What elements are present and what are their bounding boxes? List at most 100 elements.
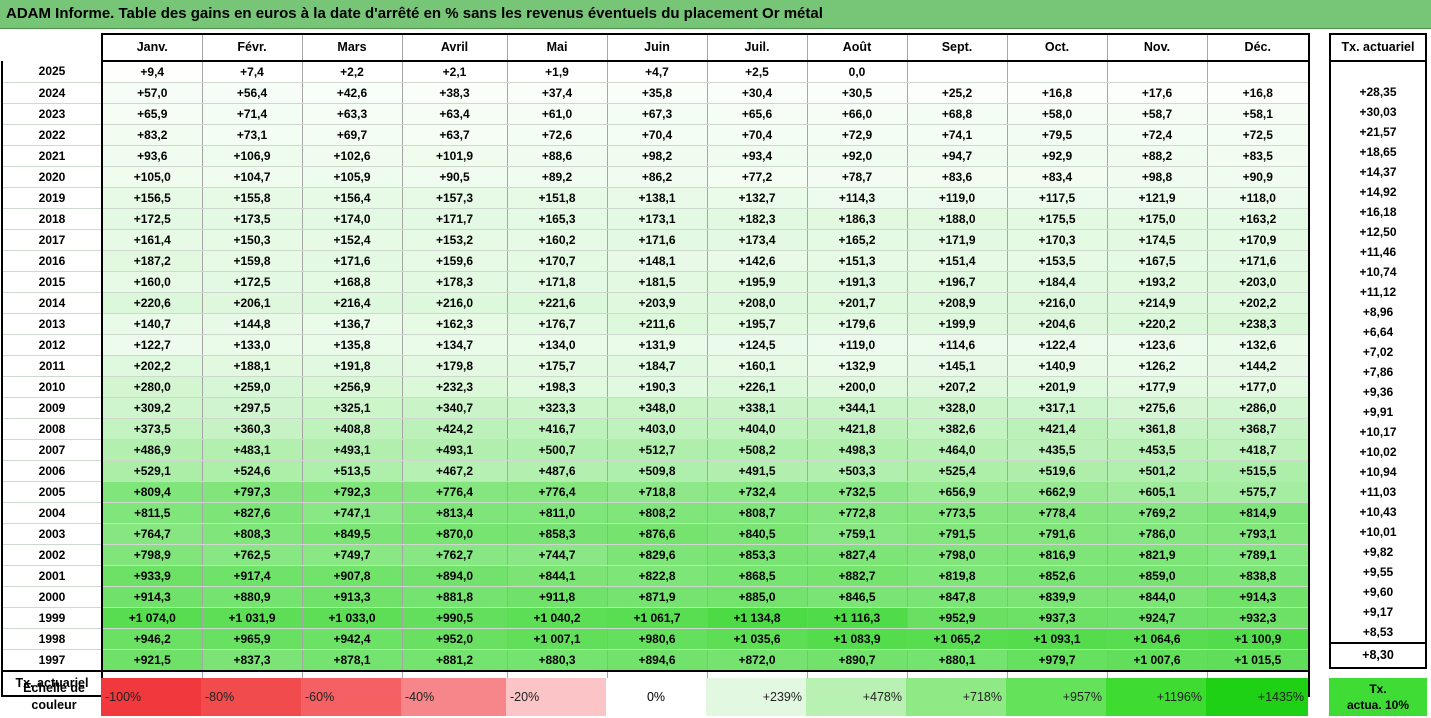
gain-cell[interactable]: +773,5 xyxy=(906,502,1007,524)
gain-cell[interactable]: +69,7 xyxy=(301,124,402,146)
gain-cell[interactable]: +1 015,5 xyxy=(1206,649,1310,672)
gain-cell[interactable]: +58,0 xyxy=(1006,103,1107,125)
gain-cell[interactable]: 0,0 xyxy=(806,61,907,83)
gain-cell[interactable]: +67,3 xyxy=(606,103,707,125)
gain-cell[interactable]: +1 100,9 xyxy=(1206,628,1310,650)
gain-cell[interactable]: +501,2 xyxy=(1106,460,1207,482)
gain-cell[interactable]: +83,5 xyxy=(1206,145,1310,167)
gain-cell[interactable]: +942,4 xyxy=(301,628,402,650)
gain-cell[interactable]: +159,6 xyxy=(401,250,507,272)
gain-cell[interactable]: +498,3 xyxy=(806,439,907,461)
gain-cell[interactable]: +798,0 xyxy=(906,544,1007,566)
gain-cell[interactable]: +176,7 xyxy=(506,313,607,335)
gain-cell[interactable]: +179,6 xyxy=(806,313,907,335)
gain-cell[interactable]: +138,1 xyxy=(606,187,707,209)
gain-cell[interactable]: +880,9 xyxy=(201,586,302,608)
gain-cell[interactable]: +204,6 xyxy=(1006,313,1107,335)
gain-cell[interactable]: +57,0 xyxy=(101,82,202,104)
gain-cell[interactable]: +890,7 xyxy=(806,649,907,672)
gain-cell[interactable]: +79,5 xyxy=(1006,124,1107,146)
gain-cell[interactable]: +132,6 xyxy=(1206,334,1310,356)
gain-cell[interactable]: +403,0 xyxy=(606,418,707,440)
gain-cell[interactable]: +58,7 xyxy=(1106,103,1207,125)
gain-cell[interactable]: +172,5 xyxy=(101,208,202,230)
gain-cell[interactable]: +275,6 xyxy=(1106,397,1207,419)
gain-cell[interactable]: +575,7 xyxy=(1206,481,1310,503)
gain-cell[interactable]: +90,5 xyxy=(401,166,507,188)
gain-cell[interactable]: +1 064,6 xyxy=(1106,628,1207,650)
gain-cell[interactable]: +323,3 xyxy=(506,397,607,419)
gain-cell[interactable]: +208,9 xyxy=(906,292,1007,314)
gain-cell[interactable]: +421,8 xyxy=(806,418,907,440)
gain-cell[interactable]: +932,3 xyxy=(1206,607,1310,629)
gain-cell[interactable]: +70,4 xyxy=(606,124,707,146)
gain-cell[interactable]: +167,5 xyxy=(1106,250,1207,272)
gain-cell[interactable]: +937,3 xyxy=(1006,607,1107,629)
gain-cell[interactable]: +881,2 xyxy=(401,649,507,672)
gain-cell[interactable]: +885,0 xyxy=(706,586,807,608)
gain-cell[interactable]: +119,0 xyxy=(906,187,1007,209)
gain-cell[interactable]: +844,1 xyxy=(506,565,607,587)
gain-cell[interactable]: +914,3 xyxy=(1206,586,1310,608)
gain-cell[interactable]: +72,5 xyxy=(1206,124,1310,146)
gain-cell[interactable]: +118,0 xyxy=(1206,187,1310,209)
gain-cell[interactable]: +519,6 xyxy=(1006,460,1107,482)
gain-cell[interactable] xyxy=(906,61,1007,83)
gain-cell[interactable]: +175,5 xyxy=(1006,208,1107,230)
gain-cell[interactable]: +880,1 xyxy=(906,649,1007,672)
gain-cell[interactable]: +827,4 xyxy=(806,544,907,566)
gain-cell[interactable]: +195,9 xyxy=(706,271,807,293)
gain-cell[interactable]: +140,7 xyxy=(101,313,202,335)
gain-cell[interactable]: +98,8 xyxy=(1106,166,1207,188)
gain-cell[interactable]: +814,9 xyxy=(1206,502,1310,524)
gain-cell[interactable]: +132,9 xyxy=(806,355,907,377)
gain-cell[interactable]: +156,4 xyxy=(301,187,402,209)
gain-cell[interactable]: +63,3 xyxy=(301,103,402,125)
gain-cell[interactable]: +435,5 xyxy=(1006,439,1107,461)
gain-cell[interactable]: +907,8 xyxy=(301,565,402,587)
gain-cell[interactable]: +718,8 xyxy=(606,481,707,503)
gain-cell[interactable]: +769,2 xyxy=(1106,502,1207,524)
gain-cell[interactable]: +83,2 xyxy=(101,124,202,146)
gain-cell[interactable]: +140,9 xyxy=(1006,355,1107,377)
gain-cell[interactable]: +63,7 xyxy=(401,124,507,146)
gain-cell[interactable]: +122,7 xyxy=(101,334,202,356)
gain-cell[interactable]: +89,2 xyxy=(506,166,607,188)
gain-cell[interactable]: +186,3 xyxy=(806,208,907,230)
gain-cell[interactable]: +203,0 xyxy=(1206,271,1310,293)
gain-cell[interactable]: +105,0 xyxy=(101,166,202,188)
gain-cell[interactable]: +160,1 xyxy=(706,355,807,377)
gain-cell[interactable]: +819,8 xyxy=(906,565,1007,587)
gain-cell[interactable]: +849,5 xyxy=(301,523,402,545)
gain-cell[interactable]: +38,3 xyxy=(401,82,507,104)
gain-cell[interactable]: +88,2 xyxy=(1106,145,1207,167)
gain-cell[interactable]: +762,7 xyxy=(401,544,507,566)
gain-cell[interactable]: +9,4 xyxy=(101,61,202,83)
gain-cell[interactable]: +173,1 xyxy=(606,208,707,230)
gain-cell[interactable]: +123,6 xyxy=(1106,334,1207,356)
gain-cell[interactable]: +122,4 xyxy=(1006,334,1107,356)
gain-cell[interactable]: +808,3 xyxy=(201,523,302,545)
gain-cell[interactable]: +134,0 xyxy=(506,334,607,356)
gain-cell[interactable]: +605,1 xyxy=(1106,481,1207,503)
gain-cell[interactable]: +913,3 xyxy=(301,586,402,608)
gain-cell[interactable]: +191,8 xyxy=(301,355,402,377)
gain-cell[interactable]: +132,7 xyxy=(706,187,807,209)
gain-cell[interactable]: +776,4 xyxy=(401,481,507,503)
gain-cell[interactable]: +256,9 xyxy=(301,376,402,398)
gain-cell[interactable]: +827,6 xyxy=(201,502,302,524)
gain-cell[interactable]: +361,8 xyxy=(1106,418,1207,440)
gain-cell[interactable]: +508,2 xyxy=(706,439,807,461)
gain-cell[interactable]: +286,0 xyxy=(1206,397,1310,419)
gain-cell[interactable]: +201,7 xyxy=(806,292,907,314)
gain-cell[interactable]: +142,6 xyxy=(706,250,807,272)
gain-cell[interactable]: +170,7 xyxy=(506,250,607,272)
gain-cell[interactable]: +203,9 xyxy=(606,292,707,314)
gain-cell[interactable] xyxy=(1206,61,1310,83)
gain-cell[interactable]: +421,4 xyxy=(1006,418,1107,440)
gain-cell[interactable]: +416,7 xyxy=(506,418,607,440)
gain-cell[interactable]: +491,5 xyxy=(706,460,807,482)
gain-cell[interactable]: +83,4 xyxy=(1006,166,1107,188)
gain-cell[interactable]: +509,8 xyxy=(606,460,707,482)
gain-cell[interactable]: +732,4 xyxy=(706,481,807,503)
